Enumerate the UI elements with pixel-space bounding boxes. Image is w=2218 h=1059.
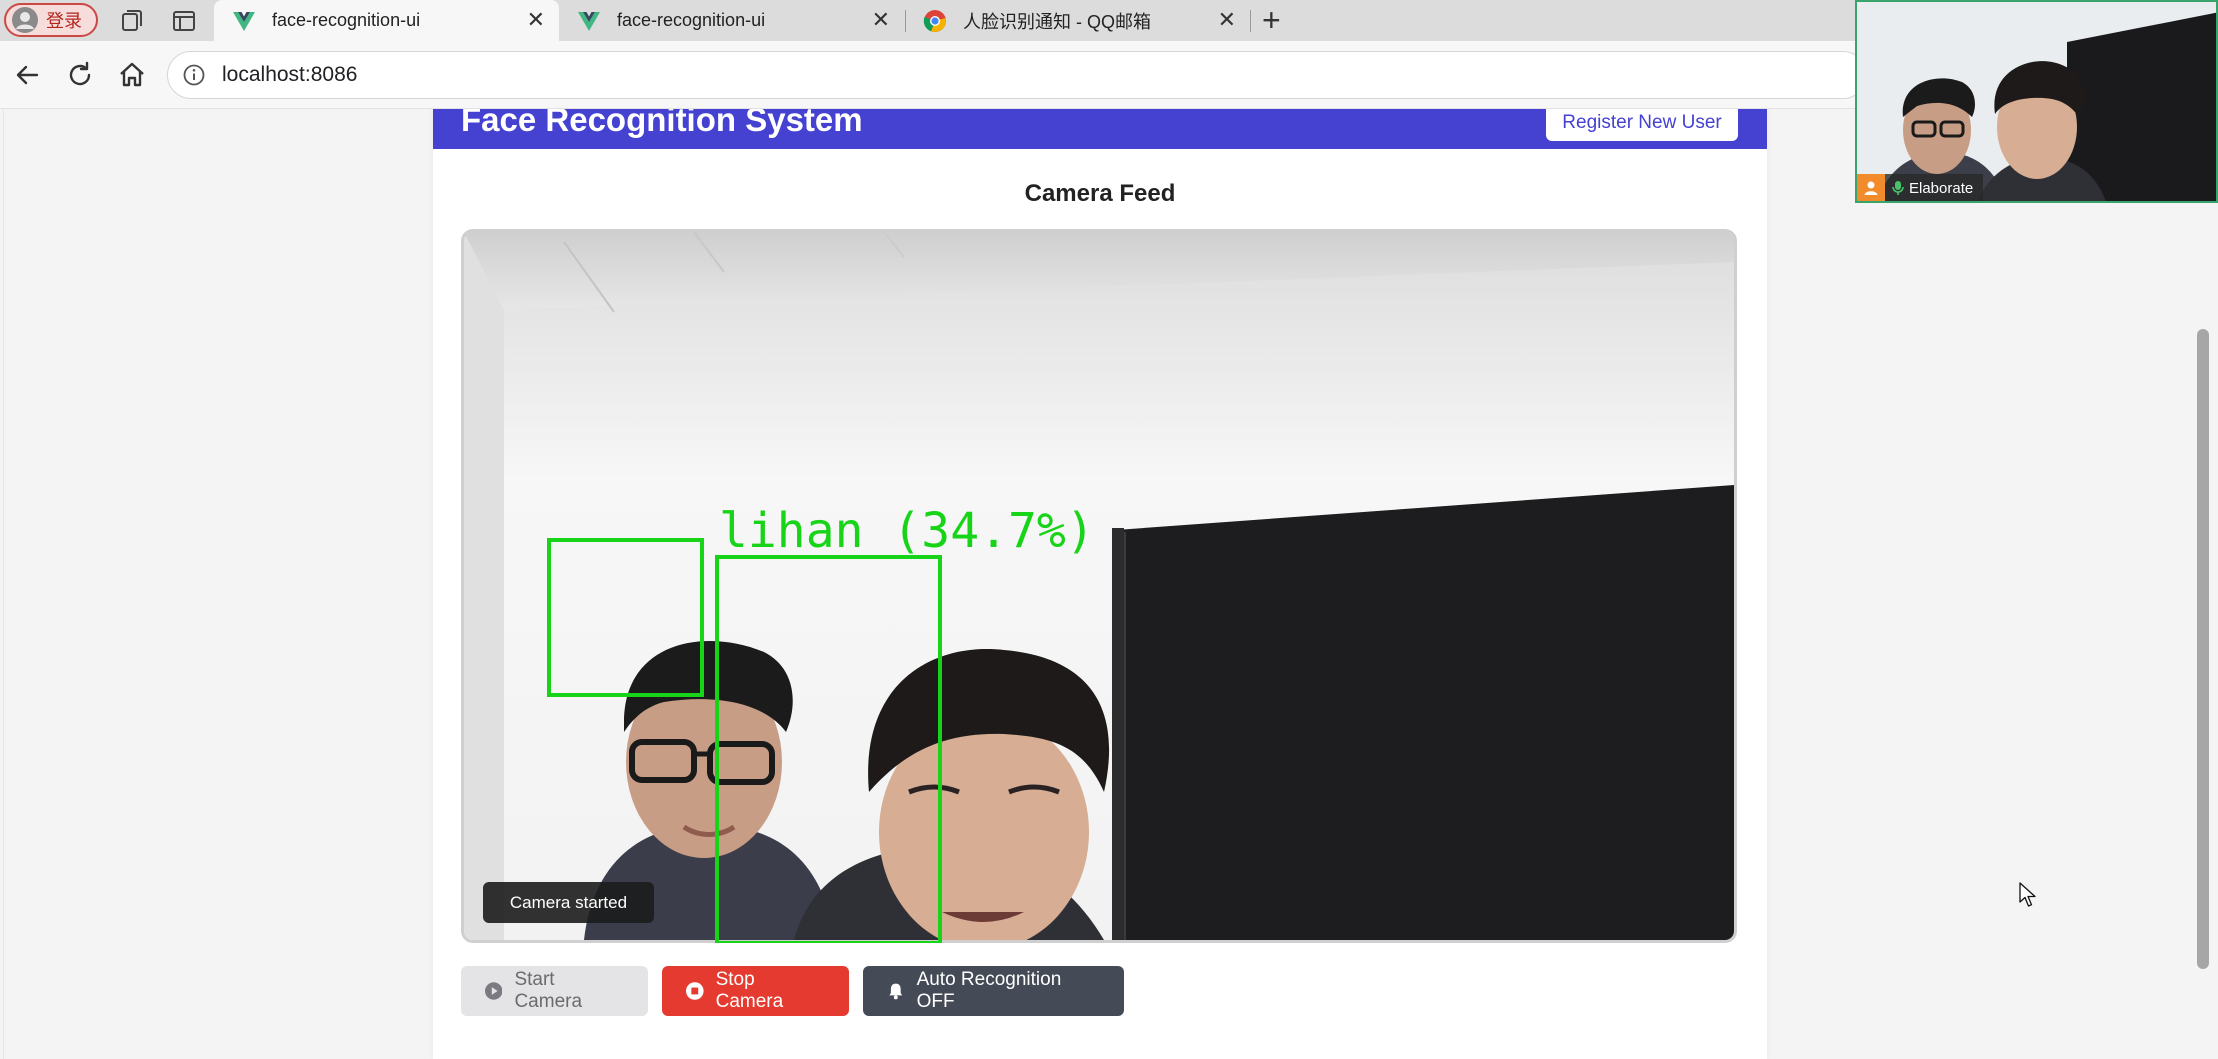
toast-notification: Camera started	[483, 882, 654, 923]
address-bar[interactable]: localhost:8086	[167, 51, 1867, 99]
mouse-cursor-icon	[2019, 882, 2036, 907]
tab-title: face-recognition-ui	[272, 10, 421, 30]
stop-camera-button[interactable]: Stop Camera	[662, 966, 849, 1016]
video-call-frame	[1857, 2, 2216, 201]
camera-controls: Start Camera Stop Camera Auto Recognitio…	[461, 966, 1138, 1016]
user-icon	[12, 7, 38, 33]
camera-feed-title: Camera Feed	[1024, 180, 1176, 207]
app-header: Face Recognition System Register New Use…	[433, 109, 1767, 149]
register-new-user-button[interactable]: Register New User	[1546, 109, 1738, 141]
participant-name-row: Elaborate	[1885, 174, 1984, 201]
recognition-label: lihan (34.7%)	[719, 503, 1095, 559]
auto-recognition-label: Auto Recognition OFF	[916, 969, 1062, 1012]
browser-toolbar: localhost:8086	[0, 41, 1867, 109]
app-container: Face Recognition System Register New Use…	[433, 109, 1767, 1059]
profile-button[interactable]: 登录	[4, 3, 98, 37]
face-box-unknown	[547, 538, 704, 697]
close-icon[interactable]: ✕	[872, 9, 890, 31]
home-icon[interactable]	[116, 59, 148, 91]
back-icon[interactable]	[11, 59, 43, 91]
tab-face-recognition-active[interactable]: face-recognition-ui ✕	[214, 0, 559, 41]
new-tab-icon[interactable]: +	[1262, 4, 1281, 36]
page-viewport: Face Recognition System Register New Use…	[0, 109, 2218, 1059]
tab-qq-mail[interactable]: 人脸识别通知 - QQ邮箱 ✕	[905, 0, 1250, 41]
url-text: localhost:8086	[222, 63, 358, 86]
reload-icon[interactable]	[64, 59, 96, 91]
close-icon[interactable]: ✕	[527, 9, 545, 31]
tab-title: 人脸识别通知 - QQ邮箱	[963, 11, 1151, 32]
stop-icon	[686, 982, 704, 1000]
participant-name-tag: Elaborate	[1857, 174, 1984, 201]
person-icon	[1857, 174, 1885, 201]
info-icon[interactable]	[182, 63, 206, 87]
browser-tab-strip: 登录 face-recognition-ui ✕ face-recognitio…	[0, 0, 1857, 41]
app-title: Face Recognition System	[461, 109, 863, 138]
tab-separator	[1250, 10, 1251, 32]
page-divider	[3, 109, 4, 1059]
face-box-recognized	[715, 555, 942, 943]
tab-face-recognition[interactable]: face-recognition-ui ✕	[559, 0, 904, 41]
close-icon[interactable]: ✕	[1218, 9, 1236, 31]
tab-title: face-recognition-ui	[617, 10, 766, 30]
start-camera-button[interactable]: Start Camera	[461, 966, 648, 1016]
vue-icon	[233, 11, 255, 31]
tab-actions-icon[interactable]	[171, 8, 197, 34]
detection-overlay: lihan (34.7%)	[547, 503, 1095, 943]
auto-recognition-toggle[interactable]: Auto Recognition OFF	[863, 966, 1124, 1016]
bell-icon	[889, 983, 903, 1000]
scrollbar[interactable]	[2197, 329, 2209, 969]
video-call-window[interactable]: Elaborate	[1855, 0, 2218, 203]
start-camera-label: Start Camera	[514, 969, 583, 1012]
vue-icon	[578, 11, 600, 31]
play-icon	[485, 982, 503, 1000]
stop-camera-label: Stop Camera	[715, 969, 784, 1012]
chrome-icon	[923, 9, 946, 32]
profile-label: 登录	[46, 11, 82, 31]
participant-name: Elaborate	[1909, 179, 1974, 197]
microphone-icon	[1892, 181, 1904, 195]
collections-icon[interactable]	[119, 8, 145, 34]
